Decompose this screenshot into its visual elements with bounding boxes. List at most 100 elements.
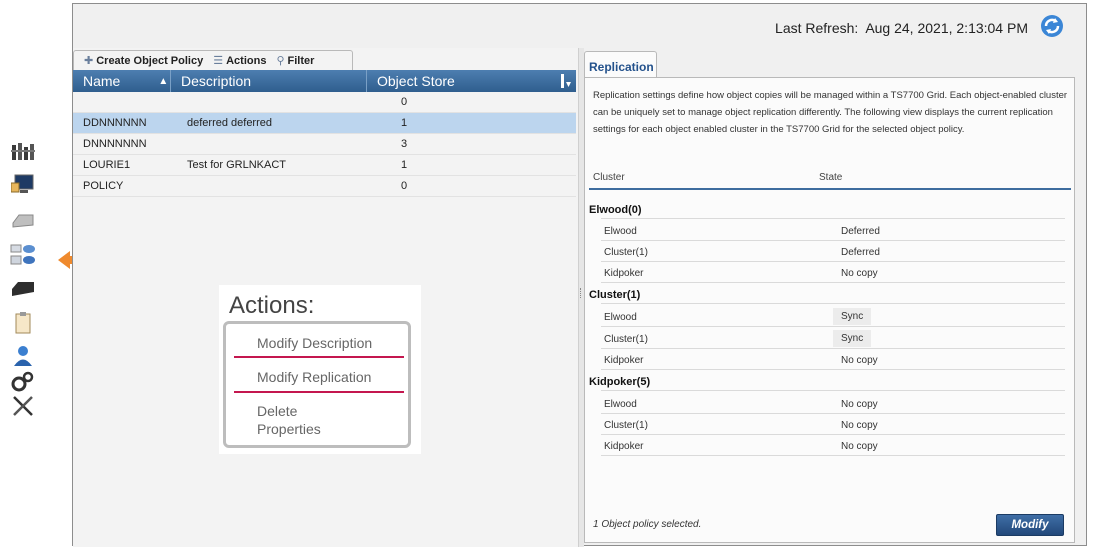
row-state: No copy [841, 399, 878, 410]
menu-item-modify-description[interactable]: Modify Description [257, 334, 372, 353]
replication-row[interactable]: Elwood Sync [589, 306, 1071, 327]
column-header-name[interactable]: Name ▲ [73, 70, 171, 92]
policy-grid: 0 DDNNNNNN deferred deferred 1 DNNNNNNN … [73, 92, 576, 197]
row-state: No copy [841, 355, 878, 366]
create-object-policy-label: Create Object Policy [96, 54, 204, 67]
physical-drive-icon[interactable] [10, 278, 36, 300]
row-cluster: Cluster(1) [604, 420, 648, 431]
grid-header: Name ▲ Description Object Store [73, 70, 576, 92]
modify-button[interactable]: Modify [996, 514, 1064, 536]
replication-row[interactable]: Cluster(1) No copy [589, 414, 1071, 435]
cell-object-store: 1 [401, 159, 408, 171]
row-divider [601, 326, 1065, 327]
plus-icon: ✚ [84, 55, 94, 67]
column-state-label: State [819, 172, 843, 183]
column-object-store-label: Object Store [377, 73, 455, 89]
column-chooser-icon[interactable] [560, 73, 572, 89]
menu-item-properties[interactable]: Properties [257, 420, 321, 439]
row-state: Sync [833, 330, 872, 347]
settings-gears-icon[interactable] [10, 370, 36, 392]
row-cluster: Cluster(1) [604, 247, 648, 258]
cluster-group-name: Elwood(0) [589, 204, 642, 216]
refresh-icon[interactable] [1040, 14, 1064, 38]
cell-name: LOURIE1 [83, 159, 131, 171]
replication-row[interactable]: Elwood Deferred [589, 220, 1071, 241]
table-row[interactable]: LOURIE1 Test for GRLNKACT 1 [73, 155, 576, 176]
replication-row[interactable]: Cluster(1) Sync [589, 328, 1071, 349]
table-row[interactable]: 0 [73, 92, 576, 113]
row-state: Deferred [841, 226, 880, 237]
column-name-label: Name [83, 73, 121, 89]
row-cluster: Elwood [604, 226, 637, 237]
replication-description: Replication settings define how object c… [593, 90, 1068, 135]
policy-toolbar: ✚ Create Object Policy ☰ Actions ⚲ Filte… [73, 50, 353, 70]
filter-button[interactable]: ⚲ Filter [276, 54, 314, 68]
replication-panel: Replication Replication settings define … [584, 48, 1086, 547]
table-row[interactable]: DDNNNNNN deferred deferred 1 [73, 113, 576, 134]
replication-row[interactable]: Kidpoker No copy [589, 262, 1071, 283]
replication-row[interactable]: Kidpoker No copy [589, 435, 1071, 456]
user-access-icon[interactable] [10, 345, 36, 367]
menu-divider [234, 391, 404, 393]
cluster-group-header: Elwood(0) [589, 204, 1071, 219]
selection-status-text: 1 Object policy selected. [593, 519, 702, 530]
row-state: No copy [841, 420, 878, 431]
header-bar: Last Refresh: Aug 24, 2021, 2:13:04 PM [73, 4, 1086, 48]
table-row[interactable]: POLICY 0 [73, 176, 576, 197]
cluster-group-name: Cluster(1) [589, 289, 641, 301]
cluster-group-header: Cluster(1) [589, 289, 1071, 304]
cell-description: deferred deferred [187, 117, 272, 129]
replication-row[interactable]: Cluster(1) Deferred [589, 241, 1071, 262]
menu-divider [234, 356, 404, 358]
column-description-label: Description [181, 73, 252, 89]
replication-content: Replication settings define how object c… [584, 77, 1075, 543]
menu-item-delete[interactable]: Delete [257, 402, 297, 421]
column-header-description[interactable]: Description [171, 70, 367, 92]
cluster-group-header: Kidpoker(5) [589, 376, 1071, 391]
search-icon: ⚲ [276, 55, 285, 67]
tab-replication[interactable]: Replication [584, 51, 657, 78]
row-cluster: Kidpoker [604, 441, 644, 452]
system-health-icon[interactable] [10, 140, 36, 162]
row-cluster: Kidpoker [604, 355, 644, 366]
modify-button-label: Modify [1011, 519, 1049, 531]
row-cluster: Elwood [604, 312, 637, 323]
last-refresh-label: Last Refresh: [775, 20, 859, 36]
service-tools-icon[interactable] [10, 395, 36, 417]
policy-panel: ✚ Create Object Policy ☰ Actions ⚲ Filte… [73, 48, 578, 547]
cell-object-store: 3 [401, 138, 408, 150]
actions-callout: Actions: Modify Description Modify Repli… [219, 285, 421, 454]
table-row[interactable]: DNNNNNNN 3 [73, 134, 576, 155]
row-cluster: Cluster(1) [604, 334, 648, 345]
replication-row[interactable]: Kidpoker No copy [589, 349, 1071, 370]
tab-replication-label: Replication [589, 60, 654, 74]
cluster-group-name: Kidpoker(5) [589, 376, 651, 388]
storage-pool-icon[interactable] [10, 244, 36, 266]
column-header-object-store[interactable]: Object Store [367, 70, 576, 92]
splitter-grip-icon [580, 288, 583, 298]
row-divider [601, 218, 1065, 219]
virtual-drive-icon[interactable] [10, 210, 36, 232]
last-refresh-value: Aug 24, 2021, 2:13:04 PM [865, 20, 1028, 36]
sort-ascending-icon: ▲ [158, 75, 169, 87]
monitor-icon[interactable] [10, 174, 36, 196]
clipboard-icon[interactable] [10, 312, 36, 334]
create-object-policy-button[interactable]: ✚ Create Object Policy [84, 54, 204, 68]
replication-row[interactable]: Elwood No copy [589, 393, 1071, 414]
last-refresh-text: Last Refresh: Aug 24, 2021, 2:13:04 PM [775, 20, 1028, 36]
cell-object-store: 1 [401, 117, 408, 129]
row-divider [601, 303, 1065, 304]
cell-name: POLICY [83, 180, 124, 192]
menu-item-modify-replication[interactable]: Modify Replication [257, 368, 371, 387]
cell-description: Test for GRLNKACT [187, 159, 287, 171]
actions-callout-title: Actions: [229, 292, 315, 319]
row-cluster: Elwood [604, 399, 637, 410]
list-icon: ☰ [213, 55, 224, 67]
actions-menu: Modify Description Modify Replication De… [223, 321, 411, 448]
row-divider [601, 282, 1065, 283]
actions-label: Actions [226, 54, 267, 67]
row-state: No copy [841, 441, 878, 452]
row-divider [601, 369, 1065, 370]
cell-name: DNNNNNNN [83, 138, 147, 150]
actions-menu-button[interactable]: ☰ Actions [213, 54, 267, 68]
